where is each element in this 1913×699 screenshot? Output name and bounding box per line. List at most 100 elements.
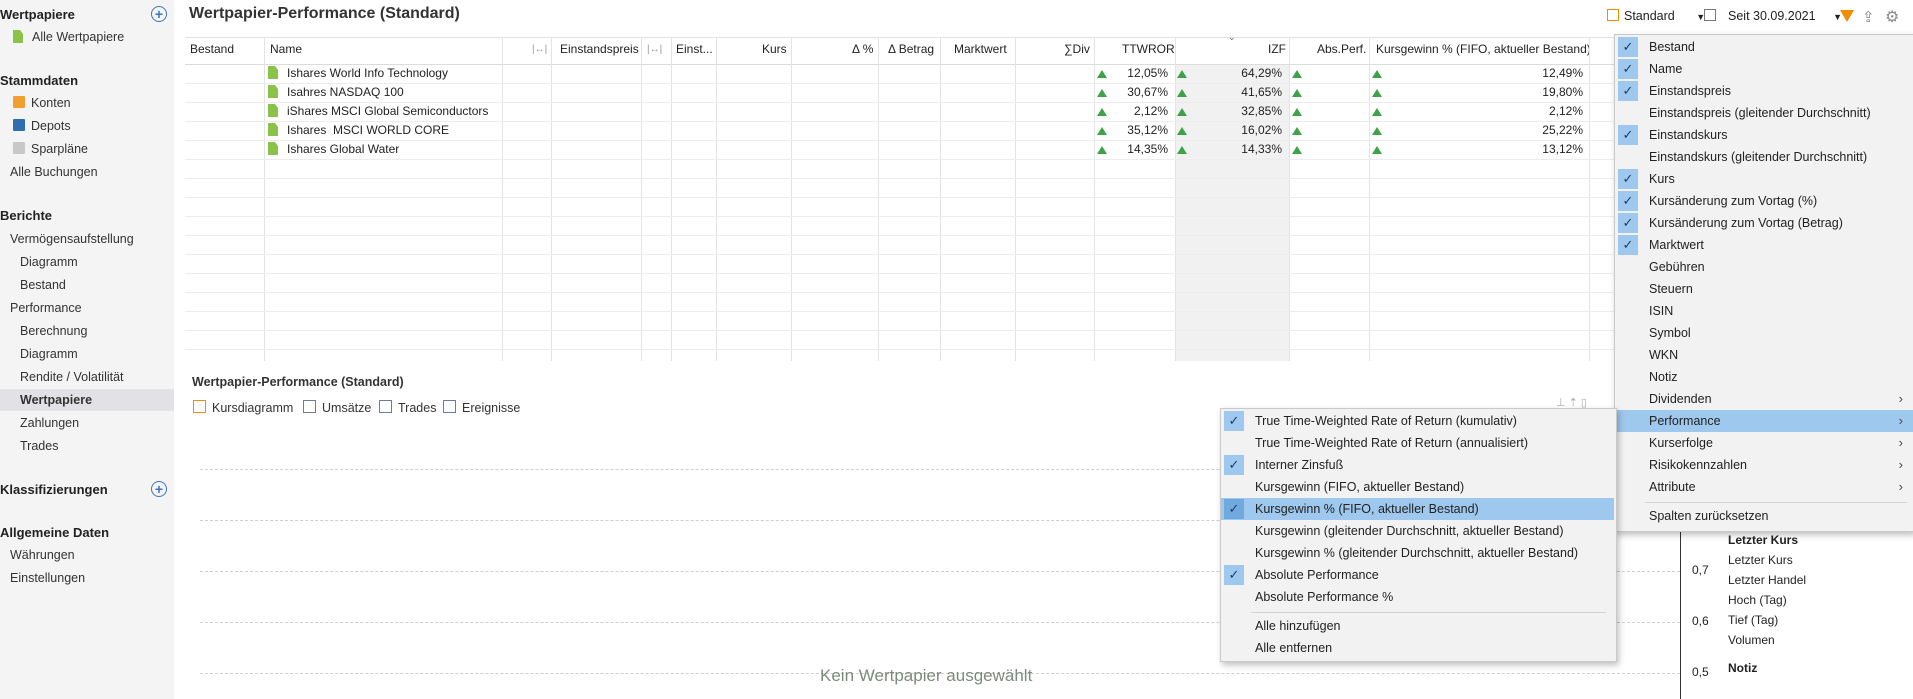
menu-item-isin[interactable]: ISIN: [1615, 300, 1913, 322]
add-classification-icon[interactable]: +: [151, 481, 167, 497]
column-header-einstandskurs[interactable]: Einst...: [676, 42, 713, 56]
table-tab-icon: [379, 400, 392, 413]
date-range-selector[interactable]: Seit 30.09.2021 ▼: [1704, 9, 1842, 23]
up-arrow-icon: [1177, 70, 1187, 78]
gear-icon[interactable]: ⚙: [1885, 7, 1899, 27]
column-header-bestand[interactable]: Bestand: [190, 42, 234, 56]
sidebar-item-sparplaene[interactable]: Sparpläne: [13, 142, 88, 156]
menu-item-einstandspreis[interactable]: ✓ Einstandspreis: [1615, 80, 1913, 102]
menu-item-alle-entfernen[interactable]: Alle entfernen: [1221, 637, 1616, 659]
menu-item-kursaenderung-pct[interactable]: ✓ Kursänderung zum Vortag (%): [1615, 190, 1913, 212]
document-icon: [268, 123, 278, 136]
export-icon[interactable]: ⇪: [1862, 8, 1875, 26]
menu-item-interner-zinsfuss[interactable]: ✓ Interner Zinsfuß: [1221, 454, 1616, 476]
performance-submenu: ✓ True Time-Weighted Rate of Return (kumu…: [1220, 408, 1617, 662]
column-move-handle[interactable]: |↔|: [532, 44, 547, 55]
menu-item-gebuehren[interactable]: Gebühren: [1615, 256, 1913, 278]
savings-plan-icon: [13, 142, 25, 154]
menu-item-absolute-performance-pct[interactable]: Absolute Performance %: [1221, 586, 1616, 608]
menu-item-kursgewinn-pct-fifo[interactable]: ✓ Kursgewinn % (FIFO, aktueller Bestand): [1221, 498, 1614, 520]
sidebar-item-konten[interactable]: Konten: [13, 96, 71, 110]
column-header-izf[interactable]: IZF: [1268, 42, 1286, 56]
menu-item-attribute[interactable]: Attribute ›: [1615, 476, 1913, 498]
menu-item-notiz[interactable]: Notiz: [1615, 366, 1913, 388]
menu-item-performance[interactable]: Performance ›: [1615, 410, 1913, 432]
tab-trades[interactable]: Trades: [379, 400, 436, 415]
chevron-right-icon: ›: [1898, 457, 1903, 472]
menu-item-wkn[interactable]: WKN: [1615, 344, 1913, 366]
menu-item-kurserfolge[interactable]: Kurserfolge ›: [1615, 432, 1913, 454]
column-header-abs-perf[interactable]: Abs.Perf.: [1317, 42, 1366, 56]
menu-item-spalten-zuruecksetzen[interactable]: Spalten zurücksetzen: [1615, 505, 1913, 527]
menu-item-alle-hinzufuegen[interactable]: Alle hinzufügen: [1221, 615, 1616, 637]
menu-item-kursgewinn-fifo[interactable]: Kursgewinn (FIFO, aktueller Bestand): [1221, 476, 1616, 498]
sidebar-item-alle-wertpapiere[interactable]: Alle Wertpapiere: [13, 30, 124, 44]
menu-item-ttwror-kumulativ[interactable]: ✓ True Time-Weighted Rate of Return (kumu…: [1221, 410, 1616, 432]
sidebar-item-waehrungen[interactable]: Währungen: [10, 548, 75, 562]
menu-item-ttwror-annualisiert[interactable]: True Time-Weighted Rate of Return (annua…: [1221, 432, 1616, 454]
column-header-dividenden[interactable]: ∑Div: [1064, 42, 1090, 56]
menu-item-marktwert[interactable]: ✓ Marktwert: [1615, 234, 1913, 256]
security-name: Ishares World Info Technology: [268, 66, 448, 80]
menu-item-steuern[interactable]: Steuern: [1615, 278, 1913, 300]
menu-item-kurs[interactable]: ✓ Kurs: [1615, 168, 1913, 190]
view-selector[interactable]: Standard ▼: [1607, 9, 1705, 23]
tab-ereignisse[interactable]: Ereignisse: [443, 400, 520, 415]
sidebar-item-rendite-volatilitaet[interactable]: Rendite / Volatilität: [20, 370, 124, 384]
up-arrow-icon: [1372, 146, 1382, 154]
sidebar-header-klassifizierungen: Klassifizierungen: [0, 482, 108, 497]
table-header-bottom-border: [185, 64, 1615, 65]
menu-item-einstandskurs[interactable]: ✓ Einstandskurs: [1615, 124, 1913, 146]
up-arrow-icon: [1372, 127, 1382, 135]
menu-item-symbol[interactable]: Symbol: [1615, 322, 1913, 344]
sidebar-item-wertpapiere[interactable]: Wertpapiere: [20, 393, 92, 407]
sidebar-item-diagramm-2[interactable]: Diagramm: [20, 347, 78, 361]
up-arrow-icon: [1097, 146, 1107, 154]
sidebar-item-depots[interactable]: Depots: [13, 119, 71, 133]
column-header-kursgewinn-pct[interactable]: Kursgewinn % (FIFO, aktueller Bestand): [1376, 42, 1591, 56]
menu-item-kursaenderung-betrag[interactable]: ✓ Kursänderung zum Vortag (Betrag): [1615, 212, 1913, 234]
column-header-ttwror[interactable]: TTWROR: [1122, 42, 1175, 56]
column-header-kurs[interactable]: Kurs: [762, 42, 787, 56]
calendar-icon: [1704, 9, 1716, 21]
checkmark-icon: ✓: [1224, 411, 1244, 431]
sidebar-item-vermoegensaufstellung[interactable]: Vermögensaufstellung: [10, 232, 134, 246]
menu-item-name[interactable]: ✓ Name: [1615, 58, 1913, 80]
filter-icon[interactable]: [1840, 10, 1854, 22]
up-arrow-icon: [1372, 108, 1382, 116]
sidebar-item-alle-buchungen[interactable]: Alle Buchungen: [10, 165, 98, 179]
chevron-right-icon: ›: [1898, 435, 1903, 450]
info-label-volume: Volumen: [1728, 633, 1775, 647]
up-arrow-icon: [1292, 146, 1302, 154]
ttwror-value: 12,05%: [1127, 66, 1168, 80]
chart-tab-icon: [193, 400, 206, 413]
sidebar-item-einstellungen[interactable]: Einstellungen: [10, 571, 85, 585]
menu-item-absolute-performance[interactable]: ✓ Absolute Performance: [1221, 564, 1616, 586]
tab-kursdiagramm[interactable]: Kursdiagramm: [193, 400, 293, 415]
tab-umsaetze[interactable]: Umsätze: [303, 400, 371, 415]
info-label-day-high: Hoch (Tag): [1728, 593, 1787, 607]
column-header-delta-betrag[interactable]: Δ Betrag: [888, 42, 934, 56]
sidebar-header-stammdaten: Stammdaten: [0, 73, 79, 88]
menu-item-risikokennzahlen[interactable]: Risikokennzahlen ›: [1615, 454, 1913, 476]
menu-item-einstandskurs-gd[interactable]: Einstandskurs (gleitender Durchschnitt): [1615, 146, 1913, 168]
menu-item-kursgewinn-pct-gd[interactable]: Kursgewinn % (gleitender Durchschnitt, a…: [1221, 542, 1616, 564]
column-header-name[interactable]: Name: [270, 42, 302, 56]
column-header-einstandspreis[interactable]: Einstandspreis: [560, 42, 639, 56]
sidebar-header-wertpapiere: Wertpapiere: [0, 7, 75, 22]
sidebar-item-bestand[interactable]: Bestand: [20, 278, 66, 292]
add-security-icon[interactable]: +: [151, 6, 167, 22]
menu-item-dividenden[interactable]: Dividenden ›: [1615, 388, 1913, 410]
column-header-delta-pct[interactable]: Δ %: [852, 42, 873, 56]
sidebar-item-trades[interactable]: Trades: [20, 439, 58, 453]
izf-value: 16,02%: [1241, 123, 1282, 137]
sidebar-item-zahlungen[interactable]: Zahlungen: [20, 416, 79, 430]
column-move-handle[interactable]: |↔|: [647, 44, 662, 55]
menu-item-bestand[interactable]: ✓ Bestand: [1615, 36, 1913, 58]
sidebar-item-diagramm[interactable]: Diagramm: [20, 255, 78, 269]
sidebar-item-performance[interactable]: Performance: [10, 301, 82, 315]
sidebar-item-berechnung[interactable]: Berechnung: [20, 324, 87, 338]
column-header-marktwert[interactable]: Marktwert: [954, 42, 1007, 56]
menu-item-einstandspreis-gd[interactable]: Einstandspreis (gleitender Durchschnitt): [1615, 102, 1913, 124]
menu-item-kursgewinn-gd[interactable]: Kursgewinn (gleitender Durchschnitt, akt…: [1221, 520, 1616, 542]
